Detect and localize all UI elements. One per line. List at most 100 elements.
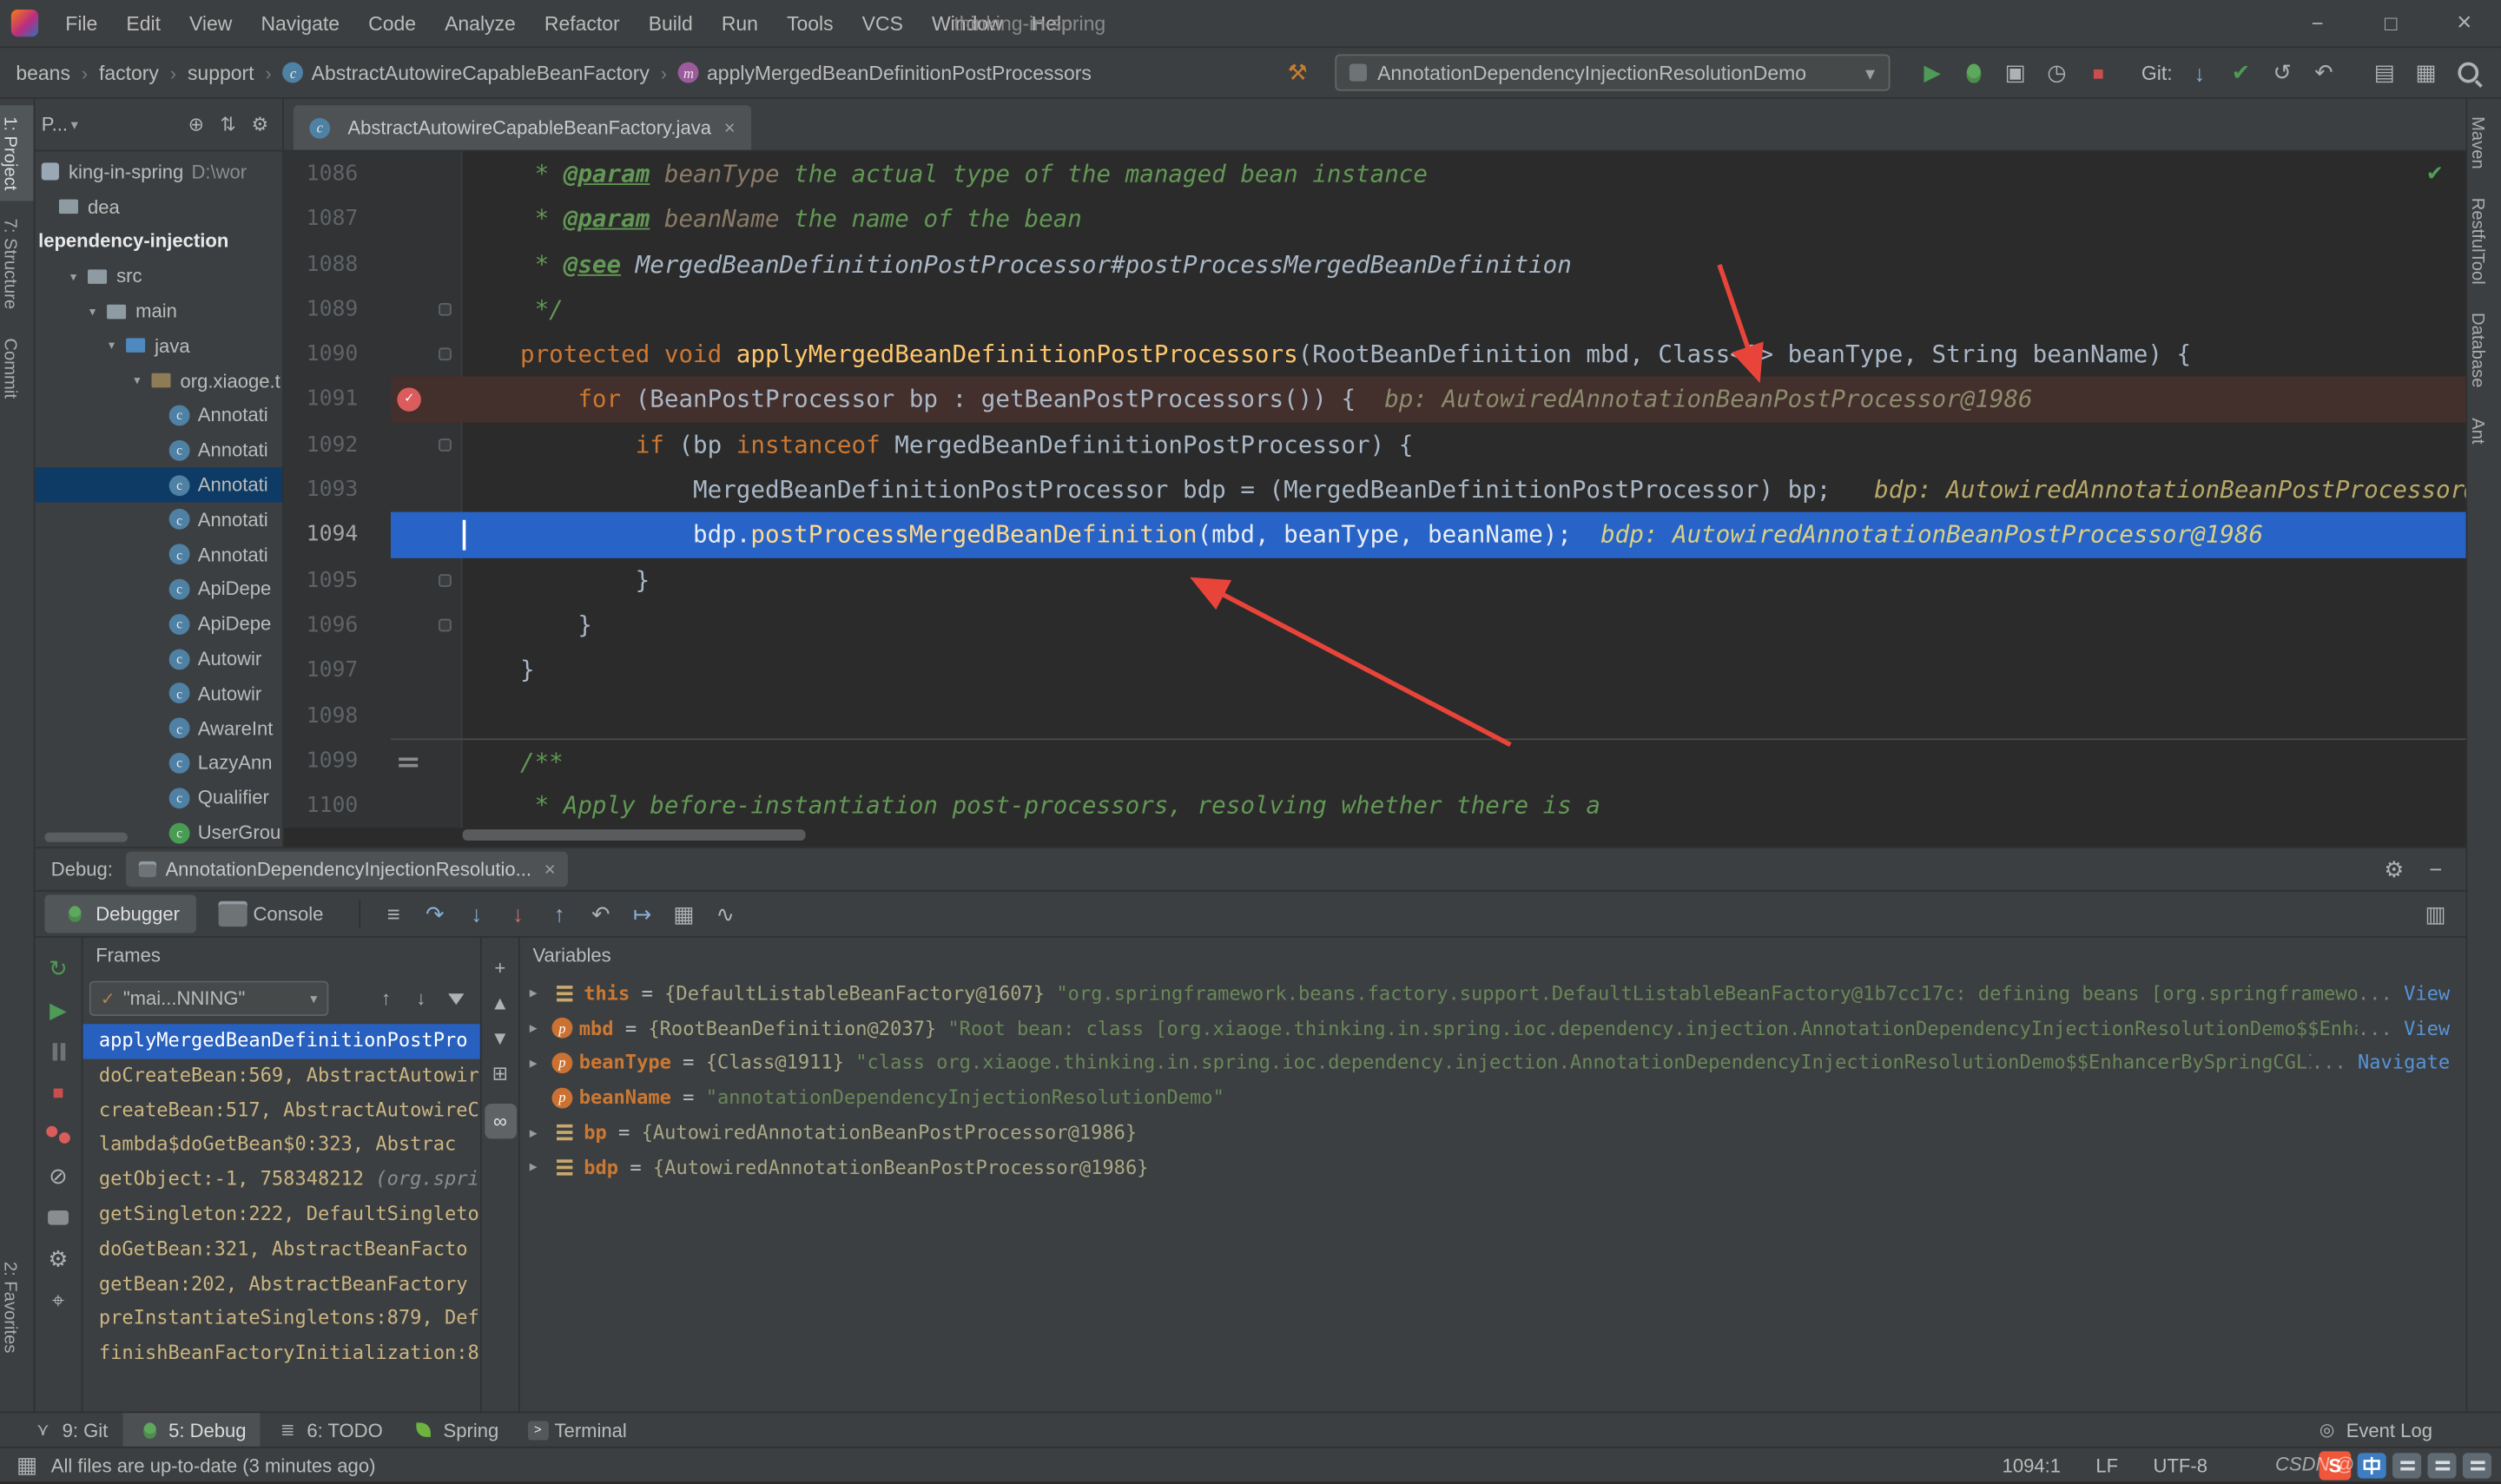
project-tree-item[interactable]: cAnnotati (35, 503, 282, 538)
code-line-1090[interactable]: 1090 protected void applyMergedBeanDefin… (284, 332, 2466, 377)
chevron-down-icon[interactable]: ▾ (1846, 62, 1875, 84)
menu-code[interactable]: Code (354, 0, 431, 47)
fold-marker-icon[interactable] (439, 619, 452, 632)
search-everywhere-icon[interactable] (2446, 54, 2488, 92)
expand-icon[interactable]: ▲ (484, 986, 516, 1020)
code-line-1092[interactable]: 1092 if (bp instanceof MergedBeanDefinit… (284, 422, 2466, 467)
update-project-icon[interactable]: ↓ (2179, 54, 2221, 92)
show-watches-icon[interactable]: ∞ (484, 1104, 516, 1138)
project-tree-item[interactable]: cQualifier (35, 781, 282, 815)
frame-row[interactable]: doGetBean:321, AbstractBeanFacto (83, 1232, 480, 1267)
menu-build[interactable]: Build (634, 0, 707, 47)
breadcrumb-item[interactable]: beans (13, 62, 74, 84)
editor-tab[interactable]: c AbstractAutowireCapableBeanFactory.jav… (294, 105, 751, 149)
menu-view[interactable]: View (175, 0, 246, 47)
project-tree-item[interactable]: cUserGrou (35, 815, 282, 847)
next-frame-icon[interactable]: ↓ (404, 979, 439, 1018)
ime-lang-icon[interactable] (2358, 1453, 2386, 1478)
variable-row[interactable]: ▶bdp = {AutowiredAnnotationBeanPostProce… (520, 1150, 2466, 1184)
code-line-1097[interactable]: 1097 } (284, 648, 2466, 693)
toolbar-item-debug[interactable]: 5: Debug (122, 1412, 261, 1447)
project-tree-item[interactable]: cLazyAnn (35, 746, 282, 781)
code-line-1087[interactable]: 1087 * @param beanName the name of the b… (284, 196, 2466, 241)
menu-run[interactable]: Run (707, 0, 772, 47)
view-breakpoints-icon[interactable] (37, 1113, 79, 1155)
profiler-icon[interactable]: ◷ (2036, 54, 2078, 92)
expand-arrow-icon[interactable]: ▶ (530, 1160, 552, 1175)
menu-vcs[interactable]: VCS (848, 0, 917, 47)
project-panel-title[interactable]: P... (42, 113, 68, 135)
commit-icon[interactable]: ✔ (2221, 54, 2262, 92)
toolwindows-icon[interactable]: ▦ (13, 1446, 42, 1484)
layout-settings-icon[interactable]: ≡ (373, 894, 414, 933)
pin-icon[interactable]: ⌖ (37, 1279, 79, 1321)
close-icon[interactable]: × (2427, 4, 2500, 43)
step-into-icon[interactable]: ↓ (456, 894, 498, 933)
variable-row[interactable]: ▶pmbd = {RootBeanDefinition@2037} "Root … (520, 1011, 2466, 1045)
stripe-item-restfultool[interactable]: RestfulTool (2467, 187, 2501, 296)
stripe-item-ant[interactable]: Ant (2467, 406, 2501, 455)
project-tree-item[interactable]: ▾main (35, 294, 282, 328)
expand-arrow-icon[interactable]: ▶ (530, 1021, 552, 1036)
menu-edit[interactable]: Edit (112, 0, 175, 47)
evaluate-expression-icon[interactable]: ▦ (663, 894, 705, 933)
menu-file[interactable]: File (51, 0, 112, 47)
frame-row[interactable]: getBean:202, AbstractBeanFactory (83, 1267, 480, 1302)
trace-current-stream-icon[interactable]: ∿ (704, 894, 746, 933)
project-tree-item[interactable]: cAnnotati (35, 432, 282, 467)
add-watch-icon[interactable]: + (484, 951, 516, 986)
frame-row[interactable]: lambda$doGetBean$0:323, Abstrac (83, 1128, 480, 1163)
run-to-cursor-icon[interactable]: ↦ (622, 894, 663, 933)
expand-arrow-icon[interactable]: ▶ (530, 1056, 552, 1071)
frame-row[interactable]: preInstantiateSingletons:879, Defau (83, 1302, 480, 1336)
project-tree-item[interactable]: lependency-injection (35, 224, 282, 259)
variable-row[interactable]: ▶this = {DefaultListableBeanFactory@1607… (520, 976, 2466, 1011)
close-icon[interactable]: × (544, 858, 556, 881)
stop-icon[interactable]: ■ (2077, 54, 2119, 92)
project-tree-item[interactable]: cAnnotati (35, 398, 282, 432)
stripe-item-project[interactable]: 1: Project (0, 105, 34, 201)
ime-tool-icon-3[interactable] (2463, 1453, 2491, 1478)
toolbar-item-spring[interactable]: Spring (397, 1412, 513, 1447)
minimize-icon[interactable]: − (2280, 4, 2353, 43)
ime-tool-icon-2[interactable] (2427, 1453, 2456, 1478)
code-line-1098[interactable]: 1098 (284, 693, 2466, 738)
project-tree-item[interactable]: cApiDepe (35, 607, 282, 642)
variable-link-view[interactable]: View (2404, 982, 2450, 1005)
project-tree-item[interactable]: ▾org.xiaoge.t (35, 363, 282, 398)
expand-arrow-icon[interactable]: ▶ (530, 1125, 552, 1140)
compare-icon[interactable]: ▤ (2364, 54, 2405, 92)
code-line-1094[interactable]: 1094 bdp.postProcessMergedBeanDefinition… (284, 512, 2466, 557)
stripe-item-commit[interactable]: Commit (0, 327, 34, 410)
hide-frames-icon[interactable] (439, 979, 473, 1018)
frame-row[interactable]: createBean:517, AbstractAutowireC (83, 1093, 480, 1128)
chevron-down-icon[interactable]: ▾ (71, 115, 78, 133)
expand-arrow-icon[interactable]: ▶ (530, 986, 552, 1001)
restore-layout-icon[interactable]: ▥ (2415, 894, 2457, 933)
force-step-into-icon[interactable]: ↓ (498, 894, 539, 933)
project-tree-item[interactable]: cAutowir (35, 642, 282, 676)
project-tree-item[interactable]: king-in-springD:\wor (35, 155, 282, 189)
variable-row[interactable]: ▶bp = {AutowiredAnnotationBeanPostProces… (520, 1115, 2466, 1150)
layout-icon[interactable]: ▦ (2405, 54, 2447, 92)
code-line-1091[interactable]: 1091✓ for (BeanPostProcessor bp : getBea… (284, 377, 2466, 422)
drop-frame-icon[interactable]: ↶ (580, 894, 622, 933)
coverage-icon[interactable]: ▣ (1995, 54, 2036, 92)
menu-refactor[interactable]: Refactor (530, 0, 634, 47)
project-tree-item[interactable]: cAutowir (35, 676, 282, 711)
fold-marker-icon[interactable] (439, 574, 452, 587)
thread-dump-icon[interactable] (37, 1197, 79, 1238)
variable-row[interactable]: ▶pbeanType = {Class@1911} "class org.xia… (520, 1045, 2466, 1080)
project-tree-item[interactable]: cApiDepe (35, 572, 282, 607)
breadcrumb-item[interactable]: factory (96, 62, 162, 84)
step-over-icon[interactable]: ↷ (414, 894, 456, 933)
build-hammer-icon[interactable]: ⚒ (1277, 54, 1318, 92)
toolbar-item-eventlog[interactable]: ◎Event Log (2300, 1412, 2446, 1447)
editor-hscrollbar[interactable] (463, 829, 806, 841)
debug-session-tab[interactable]: AnnotationDependencyInjectionResolutio..… (126, 852, 569, 887)
settings-icon[interactable]: ⚙ (2373, 850, 2415, 888)
copy-value-icon[interactable]: ⊞ (484, 1056, 516, 1091)
frame-row[interactable]: getSingleton:222, DefaultSingleton (83, 1197, 480, 1232)
menu-tools[interactable]: Tools (772, 0, 848, 47)
project-settings-icon[interactable]: ⚙ (244, 105, 276, 143)
